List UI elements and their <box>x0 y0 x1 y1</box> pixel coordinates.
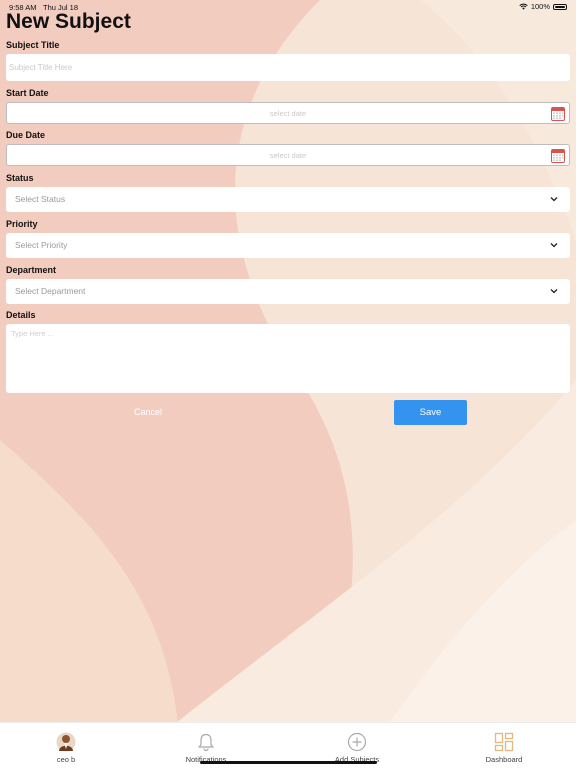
tab-dashboard[interactable]: Dashboard <box>444 723 564 769</box>
tab-label-profile: ceo b <box>56 755 76 764</box>
calendar-icon[interactable] <box>551 148 565 163</box>
start-date-label: Start Date <box>6 88 49 98</box>
page-title: New Subject <box>6 10 131 33</box>
calendar-icon[interactable] <box>551 106 565 121</box>
tab-profile[interactable]: ceo b <box>6 723 126 769</box>
subject-title-input[interactable] <box>6 54 570 81</box>
details-textarea[interactable] <box>6 324 570 393</box>
wifi-icon <box>519 3 528 10</box>
start-date-placeholder: select date <box>269 109 307 118</box>
chevron-down-icon <box>550 289 558 294</box>
due-date-label: Due Date <box>6 130 46 140</box>
tab-label-dashboard: Dashboard <box>485 755 523 764</box>
subject-title-field <box>6 54 570 81</box>
priority-label: Priority <box>6 219 38 229</box>
bell-icon <box>198 733 214 752</box>
status-indicators: 100% <box>519 2 567 11</box>
status-select[interactable]: Select Status <box>6 187 570 212</box>
status-label: Status <box>6 173 34 183</box>
details-label: Details <box>6 310 36 320</box>
priority-select-value: Select Priority <box>15 240 68 250</box>
chevron-down-icon <box>550 197 558 202</box>
department-select-value: Select Department <box>15 286 86 296</box>
save-button[interactable]: Save <box>394 400 467 425</box>
department-select[interactable]: Select Department <box>6 279 570 304</box>
status-select-value: Select Status <box>15 194 66 204</box>
chevron-down-icon <box>550 243 558 248</box>
priority-select[interactable]: Select Priority <box>6 233 570 258</box>
battery-percent: 100% <box>530 2 550 11</box>
home-indicator <box>200 761 377 764</box>
start-date-field[interactable]: select date <box>6 102 570 124</box>
subject-title-label: Subject Title <box>6 40 60 50</box>
due-date-placeholder: select date <box>269 151 307 160</box>
avatar <box>56 732 76 752</box>
department-label: Department <box>6 265 57 275</box>
dashboard-icon <box>494 732 514 752</box>
battery-icon <box>553 3 567 10</box>
due-date-field[interactable]: select date <box>6 144 570 166</box>
plus-circle-icon <box>347 732 367 752</box>
cancel-button[interactable]: Cancel <box>100 400 196 424</box>
